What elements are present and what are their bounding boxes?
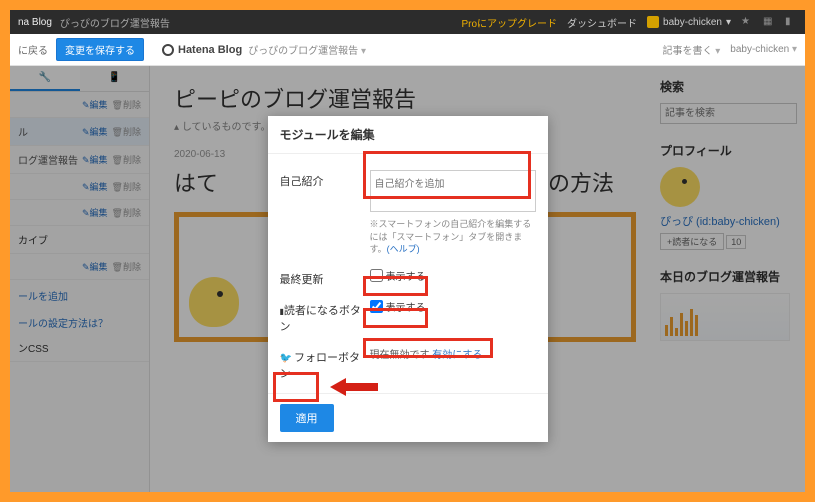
intro-label: 自己紹介	[280, 170, 370, 189]
adminbar-user[interactable]: baby-chicken	[730, 44, 797, 55]
topbar-username: baby-chicken	[663, 17, 722, 28]
apps-icon[interactable]	[763, 16, 775, 28]
adminbar-blogname[interactable]: ぴっぴのブログ運営報告	[248, 42, 366, 57]
reader-button-label: 読者になるボタン	[280, 299, 370, 334]
lastupdate-checkbox[interactable]	[370, 269, 383, 282]
hatena-logo-icon	[162, 44, 174, 56]
enable-follow-link[interactable]: 有効にする	[432, 350, 482, 361]
help-link[interactable]: (ヘルプ)	[387, 244, 420, 254]
notifications-icon[interactable]	[785, 16, 797, 28]
save-changes-button[interactable]: 変更を保存する	[56, 38, 144, 61]
admin-toolbar: に戻る 変更を保存する Hatena Blog ぴっぴのブログ運営報告 記事を書…	[10, 34, 805, 66]
lastupdate-label: 最終更新	[280, 268, 370, 287]
module-edit-modal: モジュールを編集 自己紹介 ※スマートフォンの自己紹介を編集するには「スマートフ…	[268, 116, 548, 442]
intro-hint: ※スマートフォンの自己紹介を編集するには「スマートフォン」タブを開きます。(ヘル…	[370, 218, 536, 256]
apply-button[interactable]: 適用	[280, 404, 334, 432]
annotation-arrow	[330, 376, 378, 398]
global-topbar: na Blog ぴっぴのブログ運営報告 Proにアップグレード ダッシュボード …	[10, 10, 805, 34]
pro-upgrade-link[interactable]: Proにアップグレード	[461, 15, 557, 30]
follow-status: 現在無効です 有効にする	[370, 346, 536, 361]
dashboard-link[interactable]: ダッシュボード	[567, 15, 637, 30]
topbar-blogname[interactable]: ぴっぴのブログ運営報告	[60, 15, 170, 30]
reader-checkbox[interactable]	[370, 300, 383, 313]
star-icon[interactable]	[741, 16, 753, 28]
hatena-logo[interactable]: Hatena Blog	[162, 44, 242, 56]
back-link[interactable]: に戻る	[18, 42, 48, 57]
brand-name: na Blog	[18, 17, 52, 28]
modal-title: モジュールを編集	[268, 116, 548, 154]
avatar-icon	[647, 16, 659, 28]
modal-overlay: モジュールを編集 自己紹介 ※スマートフォンの自己紹介を編集するには「スマートフ…	[10, 66, 805, 492]
write-post-link[interactable]: 記事を書く	[662, 42, 720, 57]
user-menu[interactable]: baby-chicken ▾	[647, 16, 731, 28]
intro-textarea[interactable]	[370, 170, 536, 212]
chevron-down-icon: ▾	[726, 17, 731, 28]
